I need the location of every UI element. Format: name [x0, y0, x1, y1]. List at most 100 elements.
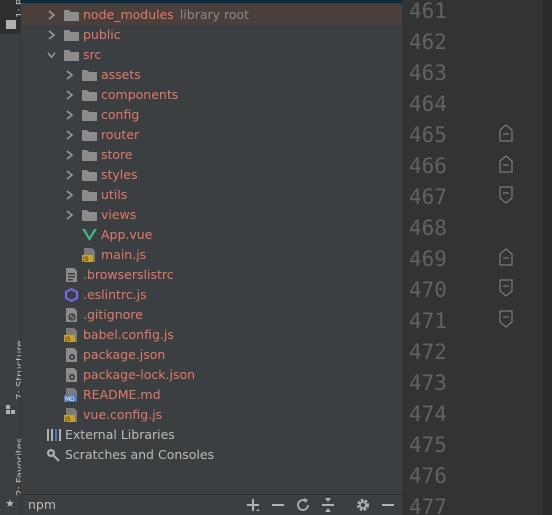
- chevron-right-icon[interactable]: [47, 30, 56, 40]
- line-number: 467: [409, 185, 447, 209]
- line-number: 463: [409, 61, 447, 85]
- code-editor[interactable]: [542, 0, 552, 515]
- tree-row-file[interactable]: package.json: [21, 345, 402, 365]
- tree-row-file[interactable]: JS vue.config.js: [21, 405, 402, 425]
- line-number: 468: [409, 216, 447, 240]
- folder-icon: [82, 90, 97, 101]
- eslint-icon: [65, 288, 78, 302]
- tree-row-folder[interactable]: views: [21, 205, 402, 225]
- gitignore-icon: [66, 308, 77, 322]
- line-number: 475: [409, 433, 447, 457]
- npm-label: npm: [28, 497, 57, 512]
- json-file-icon: [66, 368, 77, 382]
- js-file-icon: JS: [64, 328, 77, 342]
- line-number: 466: [409, 154, 447, 178]
- tree-row-folder[interactable]: utils: [21, 185, 402, 205]
- folder-icon: [82, 150, 97, 161]
- tree-label: vue.config.js: [83, 407, 163, 422]
- tree-label: main.js: [101, 247, 147, 262]
- fold-start-icon[interactable]: [499, 124, 513, 142]
- js-file-icon: JS: [64, 408, 77, 422]
- tree-row-node-modules[interactable]: node_modules library root: [21, 5, 402, 25]
- tree-label: External Libraries: [65, 427, 175, 442]
- svg-text:MD: MD: [65, 396, 75, 402]
- chevron-right-icon[interactable]: [65, 70, 74, 80]
- chevron-right-icon[interactable]: [65, 90, 74, 100]
- tree-row-external-libraries[interactable]: External Libraries: [21, 425, 402, 445]
- tree-row-folder[interactable]: store: [21, 145, 402, 165]
- fold-end-icon[interactable]: [499, 279, 513, 297]
- chevron-right-icon[interactable]: [65, 150, 74, 160]
- line-number: 474: [409, 402, 447, 426]
- folder-icon: [82, 210, 97, 221]
- refresh-icon[interactable]: [295, 497, 311, 513]
- tree-row-file[interactable]: .browserslistrc: [21, 265, 402, 285]
- svg-text:JS: JS: [82, 256, 89, 262]
- chevron-down-icon[interactable]: [47, 50, 56, 60]
- fold-end-icon[interactable]: [499, 186, 513, 204]
- line-number: 476: [409, 464, 447, 488]
- tree-label: views: [101, 207, 137, 222]
- tree-row-file[interactable]: MD README.md: [21, 385, 402, 405]
- tree-row-src[interactable]: src: [21, 45, 402, 65]
- structure-tool-tab[interactable]: 7: Structure: [0, 336, 26, 418]
- panel-header-edge: [21, 0, 402, 3]
- line-number: 472: [409, 340, 447, 364]
- json-file-icon: [66, 348, 77, 362]
- structure-icon: [6, 405, 15, 414]
- tree-label: .eslintrc.js: [83, 287, 147, 302]
- tree-row-folder[interactable]: assets: [21, 65, 402, 85]
- tree-row-folder[interactable]: router: [21, 125, 402, 145]
- tree-label: utils: [101, 187, 128, 202]
- vue-file-icon: [82, 229, 97, 241]
- add-icon[interactable]: [245, 497, 261, 513]
- config-file-icon: [66, 268, 77, 282]
- tree-row-file[interactable]: .gitignore: [21, 305, 402, 325]
- chevron-right-icon[interactable]: [65, 170, 74, 180]
- line-number: 469: [409, 247, 447, 271]
- fold-start-icon[interactable]: [499, 248, 513, 266]
- remove-icon[interactable]: [270, 497, 286, 513]
- tree-row-folder[interactable]: components: [21, 85, 402, 105]
- line-number: 464: [409, 92, 447, 116]
- chevron-right-icon[interactable]: [47, 10, 56, 20]
- chevron-right-icon[interactable]: [65, 190, 74, 200]
- npm-toolbar: npm: [21, 494, 402, 515]
- chevron-right-icon[interactable]: [65, 210, 74, 220]
- tree-row-file[interactable]: JS main.js: [21, 245, 402, 265]
- svg-text:JS: JS: [64, 336, 71, 342]
- project-tool-tab[interactable]: 1: Project: [0, 0, 26, 34]
- libraries-icon: [47, 429, 61, 441]
- collapse-all-icon[interactable]: [320, 497, 336, 513]
- library-root-hint: library root: [179, 7, 250, 22]
- chevron-right-icon[interactable]: [65, 130, 74, 140]
- tool-window-stripe: 1: Project 7: Structure ★ 2: Favorites: [0, 0, 26, 515]
- js-file-icon: JS: [82, 248, 95, 262]
- tree-row-file[interactable]: package-lock.json: [21, 365, 402, 385]
- svg-text:JS: JS: [64, 416, 71, 422]
- favorites-tool-tab[interactable]: ★ 2: Favorites: [0, 432, 26, 515]
- tree-row-file[interactable]: .eslintrc.js: [21, 285, 402, 305]
- folder-icon: [6, 20, 16, 29]
- tree-row-folder[interactable]: config: [21, 105, 402, 125]
- editor-gutter: 461 462 463 464 465 466 467 468 469 470 …: [402, 0, 552, 515]
- fold-start-icon[interactable]: [499, 155, 513, 173]
- gear-icon[interactable]: [355, 497, 371, 513]
- tree-row-public[interactable]: public: [21, 25, 402, 45]
- fold-end-icon[interactable]: [499, 310, 513, 328]
- line-number: 473: [409, 371, 447, 395]
- hide-icon[interactable]: [380, 497, 396, 513]
- tree-row-folder[interactable]: styles: [21, 165, 402, 185]
- tree-label: .browserslistrc: [83, 267, 174, 282]
- chevron-right-icon[interactable]: [65, 110, 74, 120]
- markdown-file-icon: MD: [64, 388, 77, 402]
- tree-row-scratches[interactable]: Scratches and Consoles: [21, 445, 402, 465]
- tree-row-file[interactable]: App.vue: [21, 225, 402, 245]
- tree-row-file[interactable]: JS babel.config.js: [21, 325, 402, 345]
- tree-label: package-lock.json: [83, 367, 196, 382]
- tree-label: README.md: [83, 387, 161, 402]
- tree-label: styles: [101, 167, 138, 182]
- folder-icon: [64, 30, 79, 41]
- tree-label: router: [101, 127, 140, 142]
- line-number: 462: [409, 30, 447, 54]
